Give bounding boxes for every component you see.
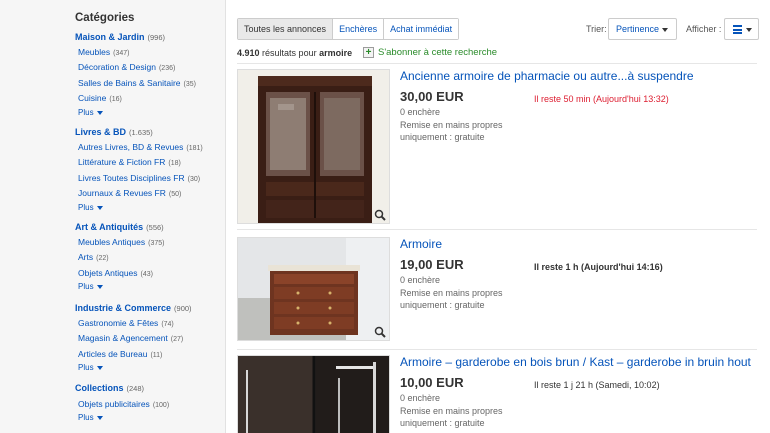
zoom-icon[interactable] (374, 209, 386, 221)
subcategory-link[interactable]: Meubles (347) (78, 45, 225, 60)
results-summary: 4.910 résultats pour armoire (237, 48, 353, 58)
listing-title[interactable]: Armoire – garderobe en bois brun / Kast … (400, 355, 751, 369)
category-industrie-commerce: Industrie & Commerce (900) Gastronomie & … (75, 301, 225, 374)
tab-all-listings[interactable]: Toutes les annonces (238, 19, 333, 39)
more-link[interactable]: Plus (78, 107, 225, 119)
category-link[interactable]: Maison & Jardin (996) (75, 30, 225, 44)
category-count: (1.635) (129, 128, 153, 137)
chevron-down-icon (96, 205, 103, 210)
subcategory-link[interactable]: Meubles Antiques (375) (78, 235, 225, 250)
subcategory-link[interactable]: Cuisine (16) (78, 91, 225, 106)
divider (237, 229, 757, 230)
more-link[interactable]: Plus (78, 412, 225, 424)
divider (237, 63, 757, 64)
sort-label: Trier: (586, 24, 607, 34)
list-view-icon (733, 25, 742, 34)
plus-icon: + (363, 47, 374, 58)
category-link[interactable]: Art & Antiquités (556) (75, 220, 225, 234)
listing-image[interactable] (237, 69, 390, 224)
subcategory-link[interactable]: Arts (22) (78, 250, 225, 265)
chevron-down-icon (96, 110, 103, 115)
listing-bids: 0 enchère (400, 393, 441, 403)
chevron-down-icon (96, 285, 103, 290)
tab-auctions[interactable]: Enchères (332, 19, 384, 39)
chevron-down-icon (96, 366, 103, 371)
listing-time-left: Il reste 50 min (Aujourd'hui 13:32) (534, 94, 669, 104)
sidebar-title: Catégories (75, 12, 135, 24)
category-livres-bd: Livres & BD (1.635) Autres Livres, BD & R… (75, 125, 225, 214)
subcategory-link[interactable]: Objets Antiques (43) (78, 266, 225, 281)
chevron-down-icon (96, 416, 103, 421)
listing-image[interactable] (237, 355, 390, 433)
listing-price: 30,00 EUR (400, 89, 464, 104)
listing-time-left: Il reste 1 h (Aujourd'hui 14:16) (534, 262, 663, 272)
more-link[interactable]: Plus (78, 362, 225, 374)
listing-price: 10,00 EUR (400, 375, 464, 390)
subcategory-link[interactable]: Articles de Bureau (11) (78, 347, 225, 362)
caret-down-icon (746, 28, 752, 32)
category-link[interactable]: Industrie & Commerce (900) (75, 301, 225, 315)
category-count: (900) (174, 304, 192, 313)
category-art-antiquites: Art & Antiquités (556) Meubles Antiques (3… (75, 220, 225, 293)
category-sidebar: Catégories Maison & Jardin (996) Meubles(… (0, 0, 226, 433)
more-link[interactable]: Plus (78, 202, 225, 214)
caret-down-icon (662, 28, 668, 32)
listing-shipping: Remise en mains propres uniquement : gra… (400, 288, 503, 310)
listing-shipping: Remise en mains propres uniquement : gra… (400, 406, 503, 428)
subcategory-link[interactable]: Décoration & Design (236) (78, 60, 225, 75)
category-count: (248) (126, 384, 145, 393)
category-collections: Collections (248) Objets publicitaires (10… (75, 381, 225, 424)
listing-bids: 0 enchère (400, 107, 441, 117)
listing-title[interactable]: Ancienne armoire de pharmacie ou autre..… (400, 69, 694, 83)
divider (237, 349, 757, 350)
listing-type-tabs: Toutes les annonces Enchères Achat imméd… (237, 18, 460, 40)
subscribe-search-link[interactable]: + S'abonner à cette recherche (363, 47, 497, 58)
view-label: Afficher : (686, 24, 722, 34)
listing-time-left: Il reste 1 j 21 h (Samedi, 10:02) (534, 380, 660, 390)
more-link[interactable]: Plus (78, 281, 225, 293)
subcategory-link[interactable]: Gastronomie & Fêtes (74) (78, 316, 225, 331)
category-maison-jardin: Maison & Jardin (996) Meubles (347) Décora… (75, 30, 225, 119)
subcategory-link[interactable]: Journaux & Revues FR (50) (78, 186, 225, 201)
subcategory-link[interactable]: Littérature & Fiction FR (18) (78, 155, 225, 170)
category-count: (996) (147, 33, 166, 42)
category-link[interactable]: Collections (248) (75, 381, 225, 395)
listing-image[interactable] (237, 237, 390, 341)
listing-title[interactable]: Armoire (400, 237, 442, 251)
zoom-icon[interactable] (374, 326, 386, 338)
subcategory-link[interactable]: Salles de Bains & Sanitaire (35) (78, 76, 225, 91)
listing-shipping: Remise en mains propres uniquement : gra… (400, 120, 503, 142)
sort-dropdown[interactable]: Pertinence (608, 18, 677, 40)
listing-item: Armoire – garderobe en bois brun / Kast … (237, 355, 762, 433)
category-count: (556) (146, 223, 164, 232)
listing-item: Ancienne armoire de pharmacie ou autre..… (237, 69, 762, 225)
view-dropdown[interactable] (724, 18, 759, 40)
subcategory-link[interactable]: Objets publicitaires (100) (78, 397, 225, 412)
subcategory-link[interactable]: Autres Livres, BD & Revues (181) (78, 140, 225, 155)
tab-buy-now[interactable]: Achat immédiat (383, 19, 459, 39)
listing-price: 19,00 EUR (400, 257, 464, 272)
subcategory-link[interactable]: Magasin & Agencement (27) (78, 331, 225, 346)
listing-item: Armoire 19,00 EUR 0 enchère Remise en ma… (237, 237, 762, 343)
listing-bids: 0 enchère (400, 275, 441, 285)
subcategory-link[interactable]: Livres Toutes Disciplines FR (30) (78, 171, 225, 186)
category-link[interactable]: Livres & BD (1.635) (75, 125, 225, 139)
